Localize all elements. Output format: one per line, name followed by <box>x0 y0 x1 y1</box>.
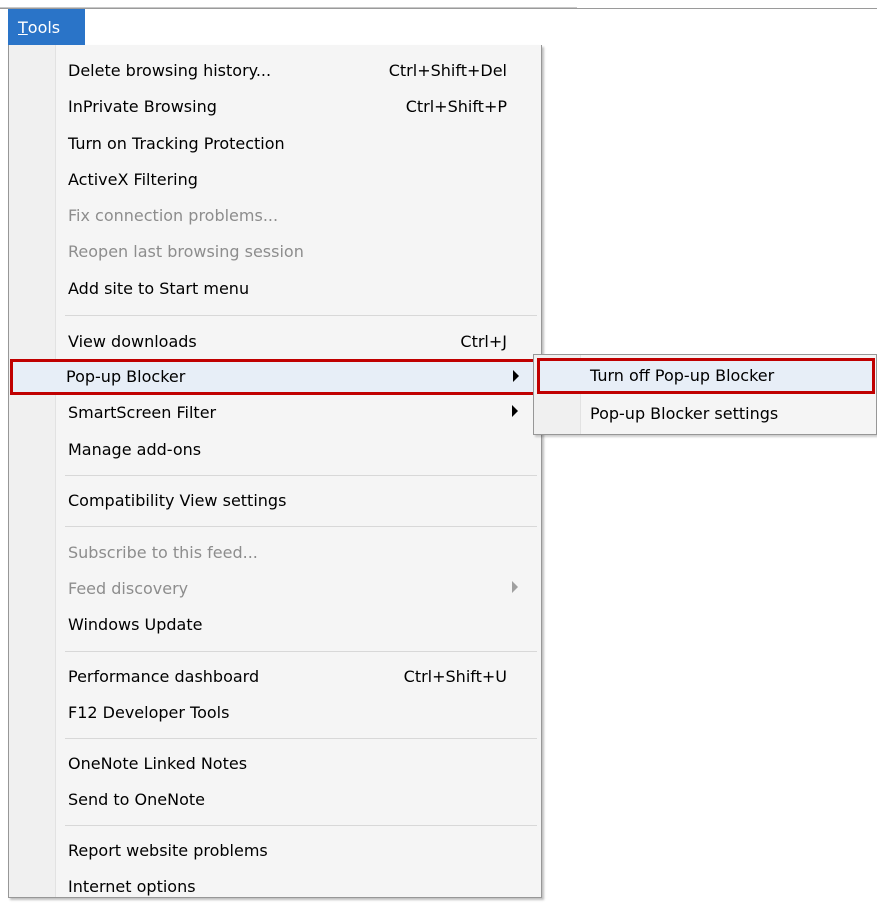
menu-item-add-site-to-start[interactable]: Add site to Start menu <box>11 271 539 307</box>
menu-separator <box>65 651 537 652</box>
menu-item-label: Performance dashboard <box>68 667 260 686</box>
tools-label-rest: ools <box>27 17 61 37</box>
tools-mnemonic: T <box>18 17 28 37</box>
menu-item-shortcut: Ctrl+Shift+P <box>405 97 507 116</box>
menu-item-label: Compatibility View settings <box>68 491 287 510</box>
menu-item-tracking-protection[interactable]: Turn on Tracking Protection <box>11 126 539 162</box>
menu-separator <box>65 526 537 527</box>
menu-item-send-to-onenote[interactable]: Send to OneNote <box>11 782 539 818</box>
menu-item-label: Fix connection problems... <box>68 206 279 225</box>
submenu-arrow-icon <box>513 370 519 382</box>
menu-item-subscribe-feed: Subscribe to this feed... <box>11 535 539 571</box>
menu-item-popup-blocker[interactable]: Pop-up Blocker <box>10 359 540 395</box>
menu-item-inprivate-browsing[interactable]: InPrivate Browsing Ctrl+Shift+P <box>11 89 539 125</box>
menu-item-label: Send to OneNote <box>68 790 205 809</box>
menu-item-label: Manage add-ons <box>68 440 202 459</box>
tools-menu-button[interactable]: Tools <box>8 9 85 45</box>
menu-item-view-downloads[interactable]: View downloads Ctrl+J <box>11 324 539 360</box>
menu-item-label: InPrivate Browsing <box>68 97 217 116</box>
menu-bar <box>0 8 877 45</box>
menu-item-report-website-problems[interactable]: Report website problems <box>11 833 539 869</box>
menu-item-feed-discovery: Feed discovery <box>11 571 539 607</box>
menu-item-shortcut: Ctrl+J <box>460 332 507 351</box>
submenu-item-popup-blocker-settings[interactable]: Pop-up Blocker settings <box>537 396 875 432</box>
submenu-item-label: Turn off Pop-up Blocker <box>590 366 775 385</box>
menu-item-reopen-last-session: Reopen last browsing session <box>11 234 539 270</box>
menu-item-label: Turn on Tracking Protection <box>68 134 285 153</box>
menu-item-delete-browsing-history[interactable]: Delete browsing history... Ctrl+Shift+De… <box>11 53 539 89</box>
menu-item-activex-filtering[interactable]: ActiveX Filtering <box>11 162 539 198</box>
menu-item-label: Feed discovery <box>68 579 189 598</box>
address-bar-edge <box>0 0 577 8</box>
submenu-arrow-icon <box>512 581 518 593</box>
menu-item-manage-add-ons[interactable]: Manage add-ons <box>11 432 539 468</box>
menu-separator <box>65 315 537 316</box>
menu-item-shortcut: Ctrl+Shift+Del <box>388 61 507 80</box>
menu-item-label: Pop-up Blocker <box>66 367 186 386</box>
menu-item-performance-dashboard[interactable]: Performance dashboard Ctrl+Shift+U <box>11 659 539 695</box>
menu-item-label: ActiveX Filtering <box>68 170 198 189</box>
menu-item-label: View downloads <box>68 332 197 351</box>
menu-item-label: Windows Update <box>68 615 203 634</box>
menu-item-label: F12 Developer Tools <box>68 703 230 722</box>
menu-item-onenote-linked-notes[interactable]: OneNote Linked Notes <box>11 746 539 782</box>
menu-item-shortcut: Ctrl+Shift+U <box>403 667 507 686</box>
menu-item-label: Subscribe to this feed... <box>68 543 258 562</box>
menu-item-label: SmartScreen Filter <box>68 403 217 422</box>
menu-item-compatibility-view[interactable]: Compatibility View settings <box>11 483 539 519</box>
submenu-item-turn-off-popup-blocker[interactable]: Turn off Pop-up Blocker <box>537 358 875 394</box>
popup-blocker-submenu: Turn off Pop-up Blocker Pop-up Blocker s… <box>533 354 877 435</box>
submenu-arrow-icon <box>512 405 518 417</box>
menu-item-label: Delete browsing history... <box>68 61 272 80</box>
menu-item-internet-options[interactable]: Internet options <box>11 869 539 905</box>
menu-item-windows-update[interactable]: Windows Update <box>11 607 539 643</box>
menu-item-label: Report website problems <box>68 841 268 860</box>
menu-separator <box>65 738 537 739</box>
menu-item-f12-developer-tools[interactable]: F12 Developer Tools <box>11 695 539 731</box>
submenu-item-label: Pop-up Blocker settings <box>590 404 779 423</box>
menu-separator <box>65 825 537 826</box>
menu-item-label: OneNote Linked Notes <box>68 754 248 773</box>
menu-item-label: Internet options <box>68 877 196 896</box>
menu-separator <box>65 475 537 476</box>
menu-item-label: Add site to Start menu <box>68 279 250 298</box>
menu-item-smartscreen-filter[interactable]: SmartScreen Filter <box>11 395 539 431</box>
tools-dropdown-menu: Delete browsing history... Ctrl+Shift+De… <box>8 45 542 898</box>
menu-item-fix-connection-problems: Fix connection problems... <box>11 198 539 234</box>
menu-item-label: Reopen last browsing session <box>68 242 304 261</box>
